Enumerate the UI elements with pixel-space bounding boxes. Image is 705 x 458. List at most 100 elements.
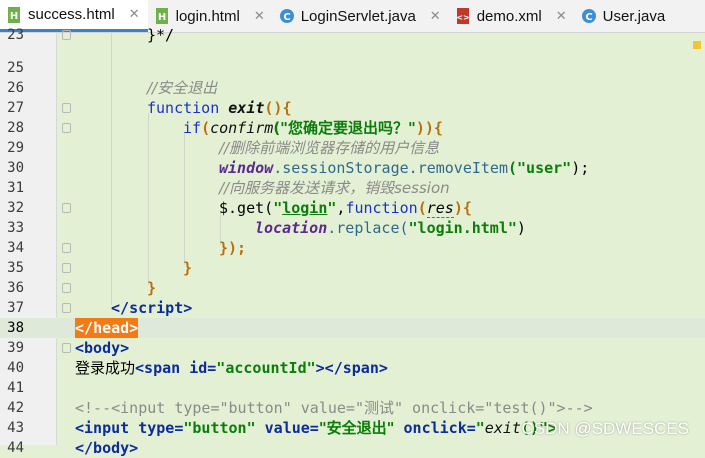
tag-bracket: < bbox=[75, 339, 85, 357]
code-line[interactable]: 35 } bbox=[0, 258, 705, 278]
function-name: exit bbox=[228, 99, 265, 117]
tag-name: input bbox=[84, 419, 130, 437]
method-name: .replace( bbox=[327, 219, 409, 237]
code-line[interactable]: 25 bbox=[0, 58, 705, 78]
close-icon[interactable]: ✕ bbox=[556, 9, 567, 24]
close-icon[interactable]: ✕ bbox=[430, 9, 441, 24]
code-line[interactable]: 40 登录成功<span id="accountId"></span> bbox=[0, 358, 705, 378]
code-line[interactable]: 41 bbox=[0, 378, 705, 398]
string-literal: " bbox=[273, 199, 283, 217]
html-comment: <!--<input type="button" value="测试" oncl… bbox=[75, 399, 593, 417]
code-text: location.replace("login.html") bbox=[255, 218, 526, 238]
body-text: 登录成功 bbox=[75, 359, 136, 377]
attribute-name: id= bbox=[180, 359, 217, 377]
code-line[interactable]: 26 //安全退出 bbox=[0, 78, 705, 98]
punctuation: ) bbox=[516, 219, 526, 237]
line-number: 34 bbox=[7, 240, 24, 256]
java-class-icon: C bbox=[581, 8, 597, 24]
url-link[interactable]: login bbox=[282, 199, 327, 217]
line-number: 42 bbox=[7, 400, 24, 416]
fold-marker-icon[interactable] bbox=[62, 303, 71, 313]
fold-marker-icon[interactable] bbox=[62, 243, 71, 253]
global-object: window bbox=[219, 159, 274, 177]
code-text: <input type="button" value="安全退出" onclic… bbox=[75, 418, 557, 438]
fold-marker-icon[interactable] bbox=[62, 103, 71, 113]
line-number: 41 bbox=[7, 380, 24, 396]
svg-text:C: C bbox=[283, 12, 290, 23]
code-line[interactable]: 33 location.replace("login.html") bbox=[0, 218, 705, 238]
current-code-line[interactable]: 38 </head> bbox=[0, 318, 705, 338]
tag-bracket: > bbox=[378, 359, 388, 377]
xml-file-icon: <> bbox=[455, 8, 471, 24]
code-line[interactable]: 42 <!--<input type="button" value="测试" o… bbox=[0, 398, 705, 418]
close-icon[interactable]: ✕ bbox=[254, 9, 265, 24]
attribute-value: " bbox=[475, 419, 485, 437]
close-icon[interactable]: ✕ bbox=[129, 7, 140, 22]
line-number: 33 bbox=[7, 220, 24, 236]
fold-marker-icon[interactable] bbox=[62, 343, 71, 353]
code-line[interactable]: 28 if(confirm("您确定要退出吗？")){ bbox=[0, 118, 705, 138]
code-line[interactable]: 37 </script> bbox=[0, 298, 705, 318]
global-object: location bbox=[255, 219, 328, 237]
line-number: 30 bbox=[7, 160, 24, 176]
code-line[interactable]: 34 }); bbox=[0, 238, 705, 258]
line-number: 23 bbox=[7, 27, 24, 43]
code-line[interactable]: 32 $.get("login",function(res){ bbox=[0, 198, 705, 218]
punctuation: (){ bbox=[264, 99, 292, 117]
code-comment: //删除前端浏览器存储的用户信息 bbox=[219, 139, 440, 157]
fold-marker-icon[interactable] bbox=[62, 263, 71, 273]
attribute-value: "button" bbox=[183, 419, 256, 437]
code-line[interactable]: 36 } bbox=[0, 278, 705, 298]
punctuation: )){ bbox=[415, 119, 443, 137]
tab-label: success.html bbox=[28, 6, 115, 23]
code-line[interactable]: 39 <body> bbox=[0, 338, 705, 358]
code-editor[interactable]: 23 }*/ 25 26 //安全退出 27 function exit(){ … bbox=[0, 26, 705, 457]
svg-text:H: H bbox=[157, 12, 165, 23]
line-number: 39 bbox=[7, 340, 24, 356]
fold-marker-icon[interactable] bbox=[62, 123, 71, 133]
tab-label: login.html bbox=[175, 7, 240, 25]
code-text: function exit(){ bbox=[147, 98, 292, 118]
tab-label: demo.xml bbox=[476, 7, 542, 25]
code-comment: //向服务器发送请求，销毁session bbox=[219, 179, 450, 197]
line-number: 25 bbox=[7, 60, 24, 76]
line-number: 26 bbox=[7, 80, 24, 96]
fold-marker-icon[interactable] bbox=[62, 283, 71, 293]
highlighted-head-tag: </head> bbox=[75, 318, 139, 338]
code-line[interactable]: 27 function exit(){ bbox=[0, 98, 705, 118]
tag-bracket: > bbox=[129, 319, 139, 337]
line-number: 29 bbox=[7, 140, 24, 156]
punctuation: ( bbox=[417, 199, 427, 217]
warning-marker-icon[interactable] bbox=[693, 41, 701, 49]
code-text: } bbox=[147, 279, 157, 297]
punctuation: ( bbox=[201, 119, 211, 137]
method-name: removeItem bbox=[417, 159, 508, 177]
line-number: 31 bbox=[7, 180, 24, 196]
attribute-value: "安全退出" bbox=[318, 419, 395, 437]
code-line[interactable]: 23 }*/ bbox=[0, 25, 705, 45]
code-line[interactable]: 44 </body> bbox=[0, 438, 705, 458]
java-class-icon: C bbox=[279, 8, 295, 24]
tag-bracket: </ bbox=[75, 319, 94, 337]
tag-bracket: </ bbox=[111, 299, 130, 317]
function-name: confirm bbox=[210, 119, 274, 137]
code-token: $.get( bbox=[219, 199, 274, 217]
tab-label: LoginServlet.java bbox=[300, 7, 416, 25]
code-line[interactable]: 30 window.sessionStorage.removeItem("use… bbox=[0, 158, 705, 178]
fold-marker-icon[interactable] bbox=[62, 203, 71, 213]
string-literal: ("您确定要退出吗？" bbox=[273, 119, 416, 137]
line-number: 38 bbox=[7, 320, 24, 336]
code-text: }); bbox=[219, 239, 247, 257]
tag-name: body bbox=[84, 339, 121, 357]
code-text: $.get("login",function(res){ bbox=[219, 198, 472, 218]
code-text: }*/ bbox=[147, 26, 175, 44]
member-access: .sessionStorage. bbox=[273, 159, 418, 177]
fold-marker-icon[interactable] bbox=[62, 30, 71, 40]
code-line[interactable]: 31 //向服务器发送请求，销毁session bbox=[0, 178, 705, 198]
code-line[interactable]: 29 //删除前端浏览器存储的用户信息 bbox=[0, 138, 705, 158]
string-literal: ("user" bbox=[508, 159, 572, 177]
function-name: exit bbox=[484, 419, 521, 437]
tag-bracket: < bbox=[75, 419, 85, 437]
line-number: 40 bbox=[7, 360, 24, 376]
html-file-icon: H bbox=[6, 6, 22, 23]
